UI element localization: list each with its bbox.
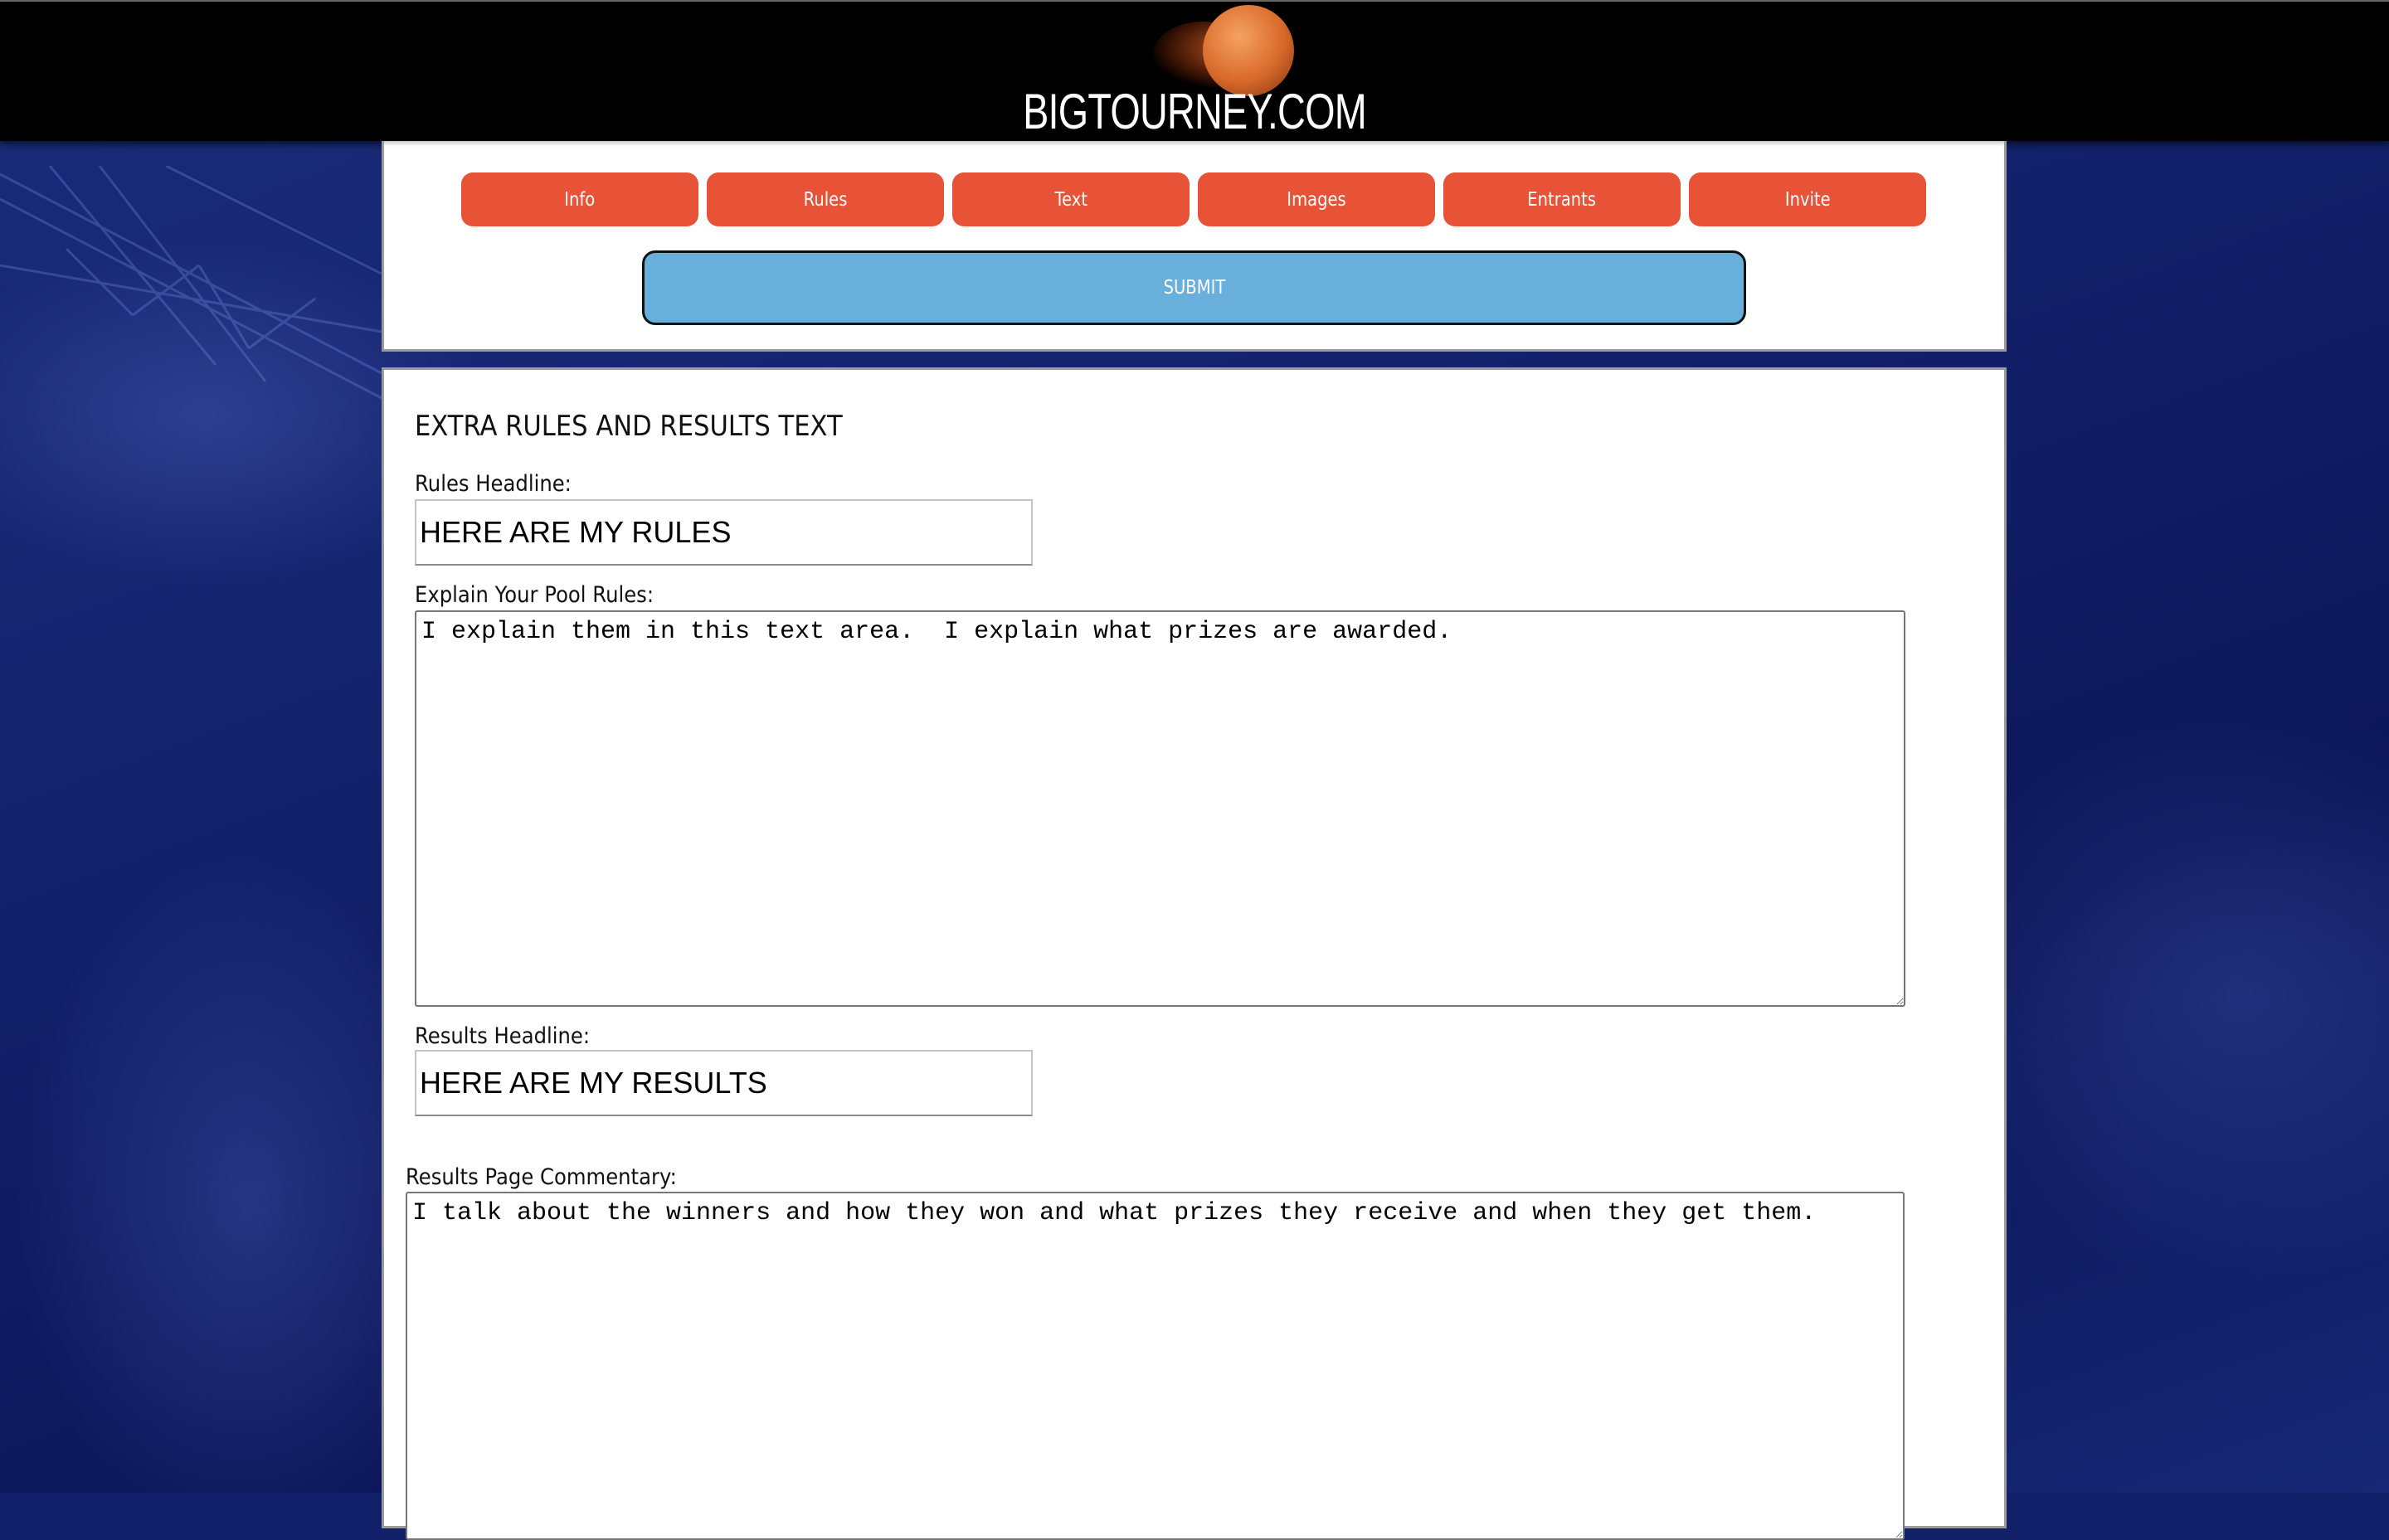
tab-entrants[interactable]: Entrants (1443, 172, 1681, 226)
rules-headline-input[interactable] (415, 499, 1033, 566)
results-commentary-label: Results Page Commentary: (406, 1164, 677, 1190)
pool-rules-textarea[interactable]: I explain them in this text area. I expl… (415, 610, 1905, 1007)
results-headline-input[interactable] (415, 1050, 1033, 1116)
tab-images[interactable]: Images (1198, 172, 1435, 226)
rules-headline-label: Rules Headline: (415, 471, 572, 497)
tab-rules[interactable]: Rules (707, 172, 944, 226)
tab-text[interactable]: Text (952, 172, 1190, 226)
stadium-truss-decoration (0, 166, 382, 400)
tab-invite[interactable]: Invite (1689, 172, 1926, 226)
basketball-icon (1153, 5, 1294, 96)
submit-button[interactable]: SUBMIT (642, 250, 1746, 325)
nav-panel: Info Rules Text Images Entrants Invite S… (382, 141, 2007, 352)
tab-info[interactable]: Info (461, 172, 698, 226)
extra-text-form: EXTRA RULES AND RESULTS TEXT Rules Headl… (382, 367, 2007, 1540)
site-logo[interactable]: BIGTOURNEY.COM (263, 83, 2126, 140)
section-title: EXTRA RULES AND RESULTS TEXT (415, 410, 843, 443)
section-tabs: Info Rules Text Images Entrants Invite (461, 172, 1926, 226)
results-commentary-textarea[interactable]: I talk about the winners and how they wo… (406, 1192, 1905, 1540)
site-header: BIGTOURNEY.COM (0, 0, 2389, 141)
results-headline-label: Results Headline: (415, 1023, 591, 1049)
pool-rules-label: Explain Your Pool Rules: (415, 582, 654, 608)
